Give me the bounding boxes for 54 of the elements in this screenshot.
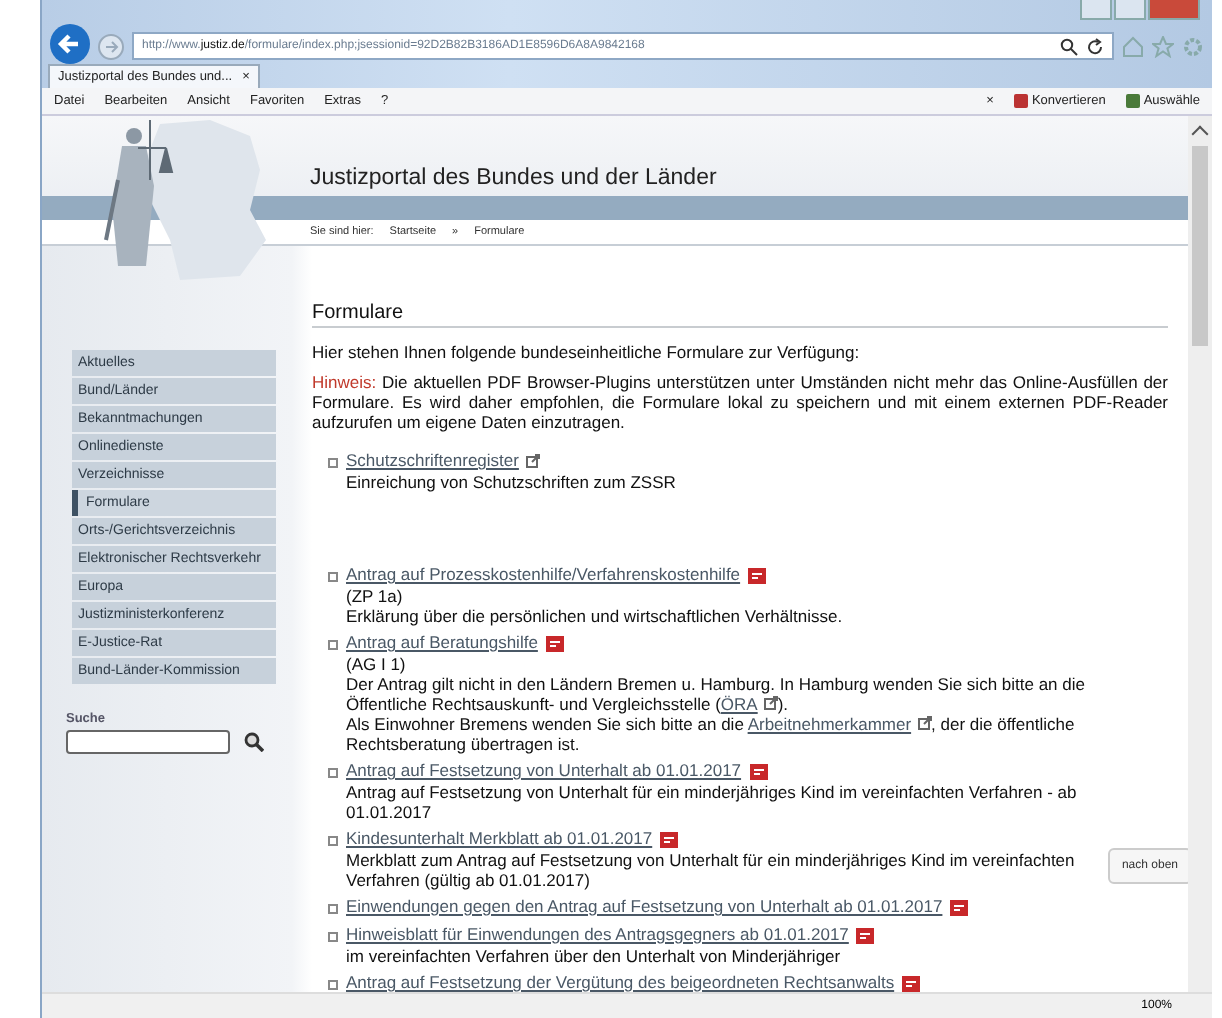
bullet-icon — [328, 932, 338, 942]
back-icon[interactable] — [50, 24, 90, 64]
external-link-icon — [526, 454, 541, 468]
external-link-icon — [917, 716, 932, 730]
pdf-icon — [950, 898, 969, 916]
form-link[interactable]: Einwendungen gegen den Antrag auf Festsetzung von Unterhalt ab 01.01.2017 — [346, 896, 943, 918]
search-icon[interactable] — [244, 732, 264, 752]
intro-text: Hier stehen Ihnen folgende bundeseinheitliche Formulare zur Verfügung: — [312, 342, 862, 362]
maximize-button[interactable] — [1114, 0, 1146, 20]
pdf-icon — [749, 762, 768, 780]
form-description: Erklärung über die persönlichen und wirtschaftlichen Verhältnisse. — [346, 606, 845, 626]
inline-link[interactable]: Arbeitnehmerkammer — [747, 714, 932, 734]
minimize-button[interactable] — [1080, 0, 1112, 20]
close-button[interactable] — [1148, 0, 1200, 20]
refresh-icon[interactable] — [1086, 37, 1104, 55]
bullet-icon — [328, 904, 338, 914]
inline-link[interactable]: ÖRA — [720, 694, 778, 714]
forward-icon[interactable] — [98, 33, 124, 59]
form-description: Als Einwohner Bremens wenden Sie sich bitte an die Arbeitnehmerkammer , der die öffentliche Rechtsberatung übertragen ist. — [346, 714, 1077, 754]
form-link[interactable]: Hinweisblatt für Einwendungen des Antragsgegners ab 01.01.2017 — [346, 924, 849, 946]
form-description: im vereinfachten Verfahren über den Unterhalt von Minderjähriger — [346, 946, 843, 966]
form-description: Der Antrag gilt nicht in den Ländern Bremen u. Hamburg. In Hamburg wenden Sie sich bitte an die Öffentliche Rechtsauskunft- und Vergleichsstelle (ÖRA ). — [346, 674, 1087, 714]
home-icon[interactable] — [1122, 35, 1144, 57]
form-link[interactable]: Kindesunterhalt Merkblatt ab 01.01.2017 — [346, 828, 653, 850]
bullet-icon — [328, 640, 338, 650]
bullet-icon — [328, 572, 338, 582]
bullet-icon — [328, 836, 338, 846]
notice-text: Hinweis: Die aktuellen PDF Browser-Plugins unterstützen unter Umständen nicht mehr das Online-Ausfüllen der Formulare. Es wird daher empfohlen, die Formulare lokal zu speichern und mit einem externen PDF-Reader aufzurufen um eigene Daten einzutragen. — [312, 372, 1168, 432]
scrollbar[interactable] — [1188, 116, 1212, 992]
form-link[interactable]: Schutzschriftenregister — [346, 450, 519, 472]
bullet-icon — [328, 458, 338, 468]
form-description: Einreichung von Schutzschriften zum ZSSR — [346, 472, 678, 492]
external-link-icon — [763, 696, 778, 710]
form-link[interactable]: Antrag auf Prozesskostenhilfe/Verfahrenskostenhilfe — [346, 564, 741, 586]
form-description: Merkblatt zum Antrag auf Festsetzung von Unterhalt für ein minderjähriges Kind im vereinfachten Verfahren (gültig ab 01.01.2017) — [346, 850, 1077, 890]
form-description: (ZP 1a) — [346, 586, 405, 606]
form-link[interactable]: Antrag auf Festsetzung von Unterhalt ab 01.01.2017 — [346, 760, 742, 782]
pdf-icon — [902, 974, 921, 992]
page-heading: Formulare — [312, 302, 1168, 328]
pdf-icon — [856, 926, 875, 944]
pdf-icon — [545, 634, 564, 652]
pdf-icon — [660, 830, 679, 848]
bullet-icon — [328, 768, 338, 778]
form-description: (AG I 1) — [346, 654, 408, 674]
pdf-icon — [748, 566, 767, 584]
star-icon[interactable] — [1152, 35, 1174, 57]
form-link[interactable]: Antrag auf Festsetzung der Vergütung des beigeordneten Rechtsanwalts — [346, 972, 895, 992]
search-field[interactable] — [66, 730, 230, 754]
settings-icon[interactable] — [1182, 35, 1204, 57]
bullet-icon — [328, 980, 338, 990]
form-link[interactable]: Antrag auf Beratungshilfe — [346, 632, 538, 654]
search-icon[interactable] — [1060, 37, 1078, 55]
form-description: Antrag auf Festsetzung von Unterhalt für ein minderjähriges Kind im vereinfachten Verfahren - ab 01.01.2017 — [346, 782, 1079, 822]
site-title: Justizportal des Bundes und der Länder — [310, 166, 717, 190]
